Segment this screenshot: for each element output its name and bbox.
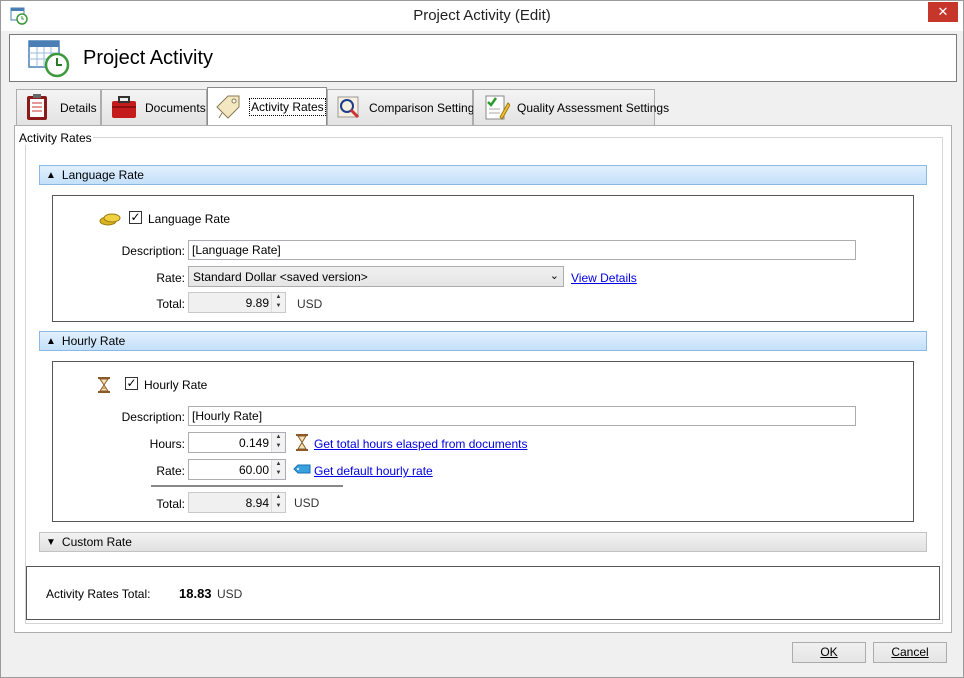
section-title: Custom Rate bbox=[61, 535, 132, 549]
close-button[interactable]: ✕ bbox=[928, 2, 958, 22]
clipboard-icon bbox=[27, 94, 47, 120]
sum-divider bbox=[151, 485, 343, 487]
checklist-pencil-icon bbox=[485, 95, 510, 120]
page-header: Project Activity bbox=[9, 34, 957, 82]
tab-label: Details bbox=[60, 101, 97, 115]
rate-select-value: Standard Dollar <saved version> bbox=[193, 270, 368, 284]
collapse-arrow-icon: ▲ bbox=[46, 169, 56, 181]
currency-label: USD bbox=[294, 496, 320, 510]
rate-label: Rate: bbox=[156, 271, 185, 285]
tab-label: Documents bbox=[145, 101, 206, 115]
hourly-rate-section-header[interactable]: ▲ Hourly Rate bbox=[39, 331, 927, 351]
rate-select[interactable]: Standard Dollar <saved version> ⌄ bbox=[188, 266, 564, 287]
tab-documents[interactable]: Documents bbox=[101, 89, 207, 125]
spinner-arrows[interactable]: ▲ ▼ bbox=[271, 460, 285, 479]
section-title: Language Rate bbox=[61, 168, 144, 182]
hourglass-icon bbox=[98, 377, 110, 393]
activity-rates-total-box bbox=[26, 566, 940, 620]
spinner-value: 8.94 bbox=[245, 496, 269, 510]
hours-label: Hours: bbox=[149, 437, 185, 451]
briefcase-icon bbox=[112, 96, 136, 118]
coins-icon bbox=[99, 213, 121, 226]
spinner-value: 9.89 bbox=[245, 296, 269, 310]
collapse-arrow-icon: ▲ bbox=[46, 335, 56, 347]
price-tag-icon bbox=[293, 464, 311, 474]
spinner-arrows[interactable]: ▲ ▼ bbox=[271, 493, 285, 512]
spinner-arrows[interactable]: ▲ ▼ bbox=[271, 433, 285, 452]
hours-spinner[interactable]: 0.149 ▲ ▼ bbox=[188, 432, 286, 453]
comparison-icon bbox=[337, 96, 360, 119]
hourglass-icon bbox=[296, 434, 308, 451]
hourly-description-input[interactable]: [Hourly Rate] bbox=[188, 406, 856, 426]
title-bar: Project Activity (Edit) ✕ bbox=[1, 1, 963, 31]
currency-label: USD bbox=[217, 587, 243, 601]
get-total-hours-link[interactable]: Get total hours elasped from documents bbox=[314, 437, 527, 451]
language-rate-checkbox[interactable]: ✓ bbox=[129, 211, 142, 224]
expand-arrow-icon: ▼ bbox=[46, 536, 56, 548]
cancel-button[interactable]: Cancel bbox=[873, 642, 947, 663]
cancel-button-label: Cancel bbox=[891, 645, 929, 659]
language-rate-section-header[interactable]: ▲ Language Rate bbox=[39, 165, 927, 185]
tab-activity-rates[interactable]: Activity Rates bbox=[207, 87, 327, 126]
ok-button[interactable]: OK bbox=[792, 642, 866, 663]
rate-label: Rate: bbox=[156, 464, 185, 478]
custom-rate-section-header[interactable]: ▼ Custom Rate bbox=[39, 532, 927, 552]
currency-label: USD bbox=[297, 297, 323, 311]
tab-label: Activity Rates bbox=[249, 98, 326, 116]
hourly-rate-checkbox[interactable]: ✓ bbox=[125, 377, 138, 390]
tab-quality-assessment-settings[interactable]: Quality Assessment Settings bbox=[473, 89, 669, 125]
activity-rates-total-label: Activity Rates Total: bbox=[46, 587, 151, 601]
activity-rates-total-value: 18.83 bbox=[179, 586, 212, 601]
description-label: Description: bbox=[121, 410, 185, 424]
language-description-input[interactable]: [Language Rate] bbox=[188, 240, 856, 260]
tab-details[interactable]: Details bbox=[16, 89, 101, 125]
total-label: Total: bbox=[156, 497, 185, 511]
spinner-value: 0.149 bbox=[238, 436, 269, 450]
get-default-hourly-rate-link[interactable]: Get default hourly rate bbox=[314, 464, 433, 478]
spinner-arrows[interactable]: ▲ ▼ bbox=[271, 293, 285, 312]
tab-comparison-settings[interactable]: Comparison Settings bbox=[327, 89, 480, 125]
hourly-rate-spinner[interactable]: 60.00 ▲ ▼ bbox=[188, 459, 286, 480]
window-title: Project Activity (Edit) bbox=[413, 7, 551, 24]
calendar-clock-icon bbox=[28, 40, 70, 78]
checkbox-label: Language Rate bbox=[148, 212, 231, 226]
description-label: Description: bbox=[121, 244, 185, 258]
section-title: Hourly Rate bbox=[61, 334, 126, 348]
language-total-spinner: 9.89 ▲ ▼ bbox=[188, 292, 286, 313]
view-details-link[interactable]: View Details bbox=[571, 271, 637, 285]
tab-label: Quality Assessment Settings bbox=[517, 101, 670, 115]
price-tag-icon bbox=[216, 95, 240, 119]
ok-button-label: OK bbox=[820, 645, 838, 659]
page-title: Project Activity bbox=[83, 47, 214, 69]
spinner-value: 60.00 bbox=[238, 463, 269, 477]
tab-label: Comparison Settings bbox=[369, 101, 481, 115]
checkbox-label: Hourly Rate bbox=[144, 378, 208, 392]
total-label: Total: bbox=[156, 297, 185, 311]
chevron-down-icon: ⌄ bbox=[549, 270, 559, 282]
hourly-total-spinner: 8.94 ▲ ▼ bbox=[188, 492, 286, 513]
group-title: Activity Rates bbox=[18, 131, 93, 145]
dialog-window: Project Activity (Edit) ✕ Project Activi… bbox=[0, 0, 964, 678]
